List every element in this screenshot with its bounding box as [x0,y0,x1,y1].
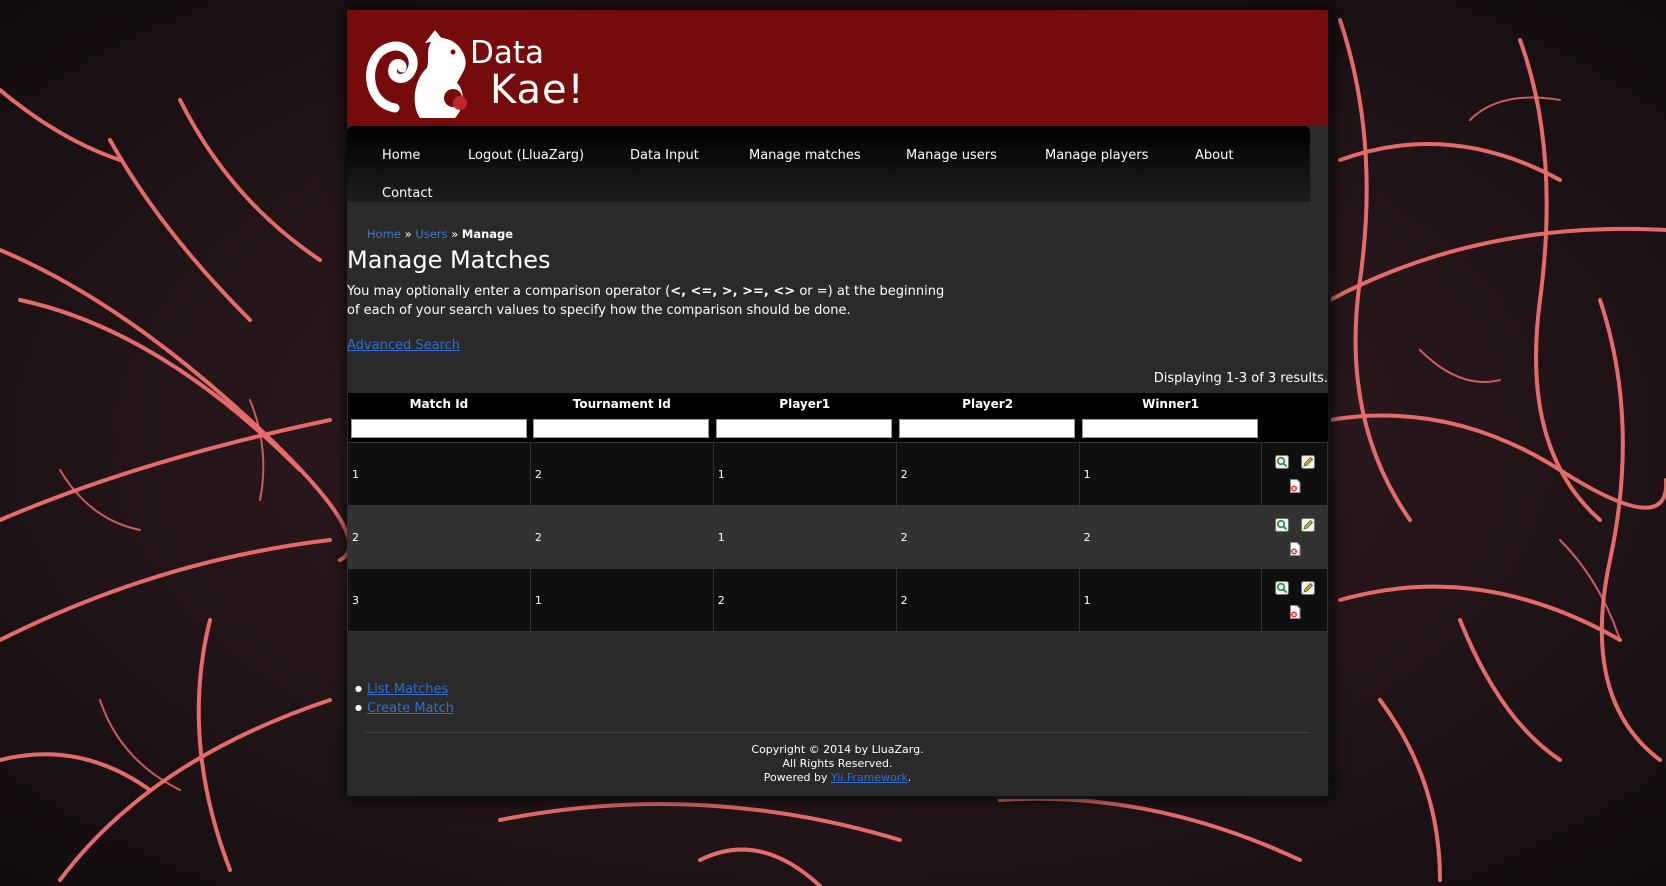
column-header-actions [1261,393,1328,415]
footer: Copyright © 2014 by LluaZarg. All Rights… [347,743,1328,785]
breadcrumb-home-link[interactable]: Home [367,227,401,241]
cell-player1: 1 [712,442,897,506]
page-title: Manage Matches [347,246,551,274]
update-icon[interactable] [1300,455,1315,469]
menu-item-data-input[interactable]: Data Input [630,148,699,163]
column-header-winner1[interactable]: Winner1 [1079,393,1262,415]
filter-input-player2[interactable] [899,419,1076,438]
row-actions [1261,568,1328,632]
column-header-match-id[interactable]: Match Id [347,393,531,415]
column-header-tournament-id[interactable]: Tournament Id [530,393,714,415]
filter-cell [530,415,714,443]
cell-player2: 2 [895,568,1080,632]
column-header-player1[interactable]: Player1 [713,393,897,415]
filter-input-match-id[interactable] [350,419,527,438]
operation-item: List Matches [355,680,454,699]
filter-input-winner1[interactable] [1082,419,1259,438]
filter-cell [713,415,897,443]
cell-tournament-id: 1 [529,568,714,632]
breadcrumb-separator: » [400,227,416,241]
table-row: 12121 [347,442,1328,506]
cell-tournament-id: 2 [529,442,714,506]
operations-menu: List Matches Create Match [355,680,454,718]
menu-item-home[interactable]: Home [382,148,420,163]
table-row: 31221 [347,568,1328,632]
page-container: Data Kae! Home Logout (LluaZarg) Data In… [347,10,1331,799]
menu-item-manage-players[interactable]: Manage players [1045,148,1148,163]
cell-player2: 2 [895,505,1080,569]
matches-grid: Match Id Tournament Id Player1 Player2 W… [347,393,1328,632]
cell-match-id: 2 [347,505,531,569]
breadcrumb-separator: » [447,227,462,241]
footer-copyright: Copyright © 2014 by LluaZarg. [751,743,924,756]
create-match-link[interactable]: Create Match [367,701,454,716]
grid-header-row: Match Id Tournament Id Player1 Player2 W… [347,393,1328,415]
cell-winner1: 1 [1078,442,1263,506]
cell-player1: 2 [712,568,897,632]
list-matches-link[interactable]: List Matches [367,682,448,697]
cell-player1: 1 [712,505,897,569]
yii-framework-link[interactable]: Yii Framework [831,771,908,784]
cell-winner1: 1 [1078,568,1263,632]
breadcrumb: Home » Users » Manage [367,227,513,241]
advanced-search-link[interactable]: Advanced Search [347,338,460,353]
filter-input-tournament-id[interactable] [533,419,710,438]
cell-player2: 2 [895,442,1080,506]
cell-tournament-id: 2 [529,505,714,569]
menu-item-contact[interactable]: Contact [382,186,433,201]
header: Data Kae! [347,10,1328,126]
breadcrumb-users-link[interactable]: Users [415,227,447,241]
filter-input-player1[interactable] [716,419,893,438]
update-icon[interactable] [1300,518,1315,532]
footer-powered: Powered by Yii Framework. [347,771,1328,785]
view-icon[interactable] [1274,518,1289,532]
delete-icon[interactable] [1288,605,1302,619]
footer-powered-suffix: . [907,771,912,784]
table-row: 22122 [347,505,1328,569]
cell-winner1: 2 [1078,505,1263,569]
search-hint: You may optionally enter a comparison op… [347,283,947,320]
grid-body: 121212212231221 [347,442,1328,632]
main-menu: Home Logout (LluaZarg) Data Input Manage… [347,126,1310,202]
delete-icon[interactable] [1288,542,1302,556]
results-summary: Displaying 1-3 of 3 results. [1153,371,1328,386]
filter-cell [896,415,1080,443]
filter-cell [1079,415,1262,443]
view-icon[interactable] [1274,581,1289,595]
view-icon[interactable] [1274,455,1289,469]
menu-item-manage-users[interactable]: Manage users [906,148,997,163]
operation-item: Create Match [355,699,454,718]
cell-match-id: 1 [347,442,531,506]
logo-text-data: Data [470,35,545,71]
column-header-player2[interactable]: Player2 [896,393,1080,415]
menu-item-logout[interactable]: Logout (LluaZarg) [468,148,584,163]
menu-item-about[interactable]: About [1195,148,1233,163]
hint-text-start: You may optionally enter a comparison op… [347,284,671,299]
delete-icon[interactable] [1288,479,1302,493]
footer-divider [365,732,1309,733]
logo-text-kae: Kae! [490,67,585,113]
grid-filter-row [347,415,1328,443]
row-actions [1261,442,1328,506]
filter-cell [1261,415,1328,443]
filter-cell [347,415,531,443]
footer-rights: All Rights Reserved. [782,757,893,770]
row-actions [1261,505,1328,569]
cell-match-id: 3 [347,568,531,632]
update-icon[interactable] [1300,581,1315,595]
breadcrumb-current: Manage [461,227,514,241]
menu-item-manage-matches[interactable]: Manage matches [749,148,861,163]
footer-powered-prefix: Powered by [763,771,831,784]
hint-operators: <, <=, >, >=, <> [670,284,796,299]
